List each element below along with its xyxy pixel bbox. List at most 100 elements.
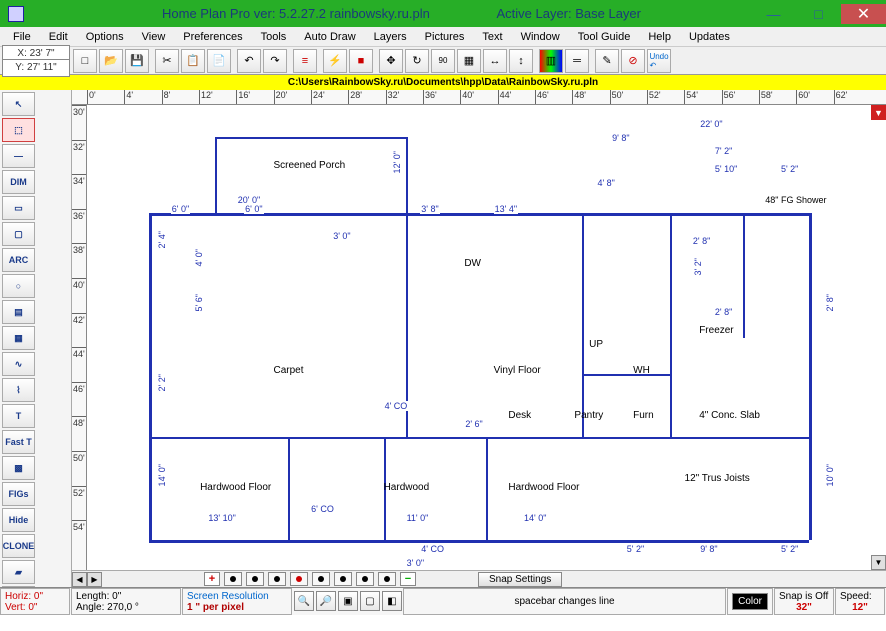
open-button[interactable]: 📂	[99, 49, 123, 73]
app-icon	[8, 6, 24, 22]
file-path-bar: C:\Users\RainbowSky.ru\Documents\hpp\Dat…	[0, 75, 886, 90]
paste-button[interactable]: 📄	[207, 49, 231, 73]
left-toolbox: ↖⬚—DIM▭▢ARC○▤▦∿⌇TFast T▩FIGsHideCLONE▰⤴▭…	[0, 90, 72, 587]
zoom-out-button[interactable]: 🔎	[316, 591, 336, 611]
zoom-in-button[interactable]: 🔍	[294, 591, 314, 611]
menu-item-file[interactable]: File	[4, 29, 40, 45]
tool-circle[interactable]: ○	[2, 274, 35, 298]
rotate-button[interactable]: ↻	[405, 49, 429, 73]
snap-bar: + − Snap Settings	[202, 572, 886, 587]
title-bar: Home Plan Pro ver: 5.2.27.2 rainbowsky.r…	[0, 0, 886, 27]
new-button[interactable]: □	[73, 49, 97, 73]
snap-plus[interactable]: +	[204, 572, 220, 586]
status-resolution-label: Screen Resolution	[187, 591, 287, 602]
disable-button[interactable]: ⊘	[621, 49, 645, 73]
drawing-canvas[interactable]: 20' 0" 6' 0" 6' 0" 3' 8" 13' 4" 9' 8" 22…	[87, 105, 871, 570]
tool-grid2[interactable]: ▦	[2, 326, 35, 350]
tool-figs[interactable]: FIGs	[2, 482, 35, 506]
status-length: Length: 0"	[76, 591, 176, 602]
tool-rect2[interactable]: ▢	[2, 222, 35, 246]
tool-arc[interactable]: ARC	[2, 248, 35, 272]
tool-poly2[interactable]: ⌇	[2, 378, 35, 402]
note-button[interactable]: ✎	[595, 49, 619, 73]
layers-button[interactable]: ≡	[293, 49, 317, 73]
undo-button[interactable]: ↶	[237, 49, 261, 73]
snap-dot-3[interactable]	[268, 572, 286, 586]
menu-item-layers[interactable]: Layers	[365, 29, 416, 45]
cut-button[interactable]: ✂	[155, 49, 179, 73]
grid-button[interactable]: ▦	[457, 49, 481, 73]
undo2-button[interactable]: Undo↶	[647, 49, 671, 73]
scroll-right: ▼ ▼	[871, 105, 886, 570]
redo-button[interactable]: ↷	[263, 49, 287, 73]
coord-y: Y: 27' 11"	[2, 59, 70, 77]
tool-rect[interactable]: ▭	[2, 196, 35, 220]
block-button[interactable]: ■	[349, 49, 373, 73]
snap-dot-6[interactable]	[334, 572, 352, 586]
flip-h-button[interactable]: ↔	[483, 49, 507, 73]
floor-plan: 20' 0" 6' 0" 6' 0" 3' 8" 13' 4" 9' 8" 22…	[112, 115, 846, 562]
tool-dim[interactable]: DIM	[2, 170, 35, 194]
snap-dot-1[interactable]	[224, 572, 242, 586]
tool-sel[interactable]: ⬚	[2, 118, 35, 142]
menu-item-tools[interactable]: Tools	[252, 29, 296, 45]
tool-curve[interactable]: ⤴	[2, 586, 35, 587]
zap-button[interactable]: ⚡	[323, 49, 347, 73]
snap-dot-4[interactable]	[290, 572, 308, 586]
menu-item-tool-guide[interactable]: Tool Guide	[569, 29, 640, 45]
window-title: Home Plan Pro ver: 5.2.27.2 rainbowsky.r…	[32, 6, 496, 21]
maximize-button[interactable]: □	[796, 4, 841, 24]
tool-clone[interactable]: CLONE	[2, 534, 35, 558]
minimize-button[interactable]: —	[751, 4, 796, 24]
menu-bar: FileEditOptionsViewPreferencesToolsAuto …	[0, 27, 886, 47]
menu-item-auto-draw[interactable]: Auto Draw	[295, 29, 364, 45]
menu-item-view[interactable]: View	[133, 29, 175, 45]
move-button[interactable]: ✥	[379, 49, 403, 73]
tool-poly[interactable]: ∿	[2, 352, 35, 376]
tool-fast[interactable]: Fast T	[2, 430, 35, 454]
tool-fill[interactable]: ▩	[2, 456, 35, 480]
save-button[interactable]: 💾	[125, 49, 149, 73]
tool-text[interactable]: T	[2, 404, 35, 428]
snap-dot-7[interactable]	[356, 572, 374, 586]
status-bar: Horiz: 0" Vert: 0" Length: 0" Angle: 270…	[0, 587, 886, 615]
menu-item-pictures[interactable]: Pictures	[416, 29, 474, 45]
menu-item-help[interactable]: Help	[639, 29, 680, 45]
ruler-vertical: 30'32'34'36'38'40'42'44'46'48'50'52'54'	[72, 105, 87, 570]
palette-button[interactable]: ▥	[539, 49, 563, 73]
zoom-fit-button[interactable]: ▣	[338, 591, 358, 611]
menu-item-preferences[interactable]: Preferences	[174, 29, 251, 45]
scroll-left[interactable]: ◀	[72, 572, 87, 587]
tool-hide[interactable]: Hide	[2, 508, 35, 532]
menu-item-options[interactable]: Options	[77, 29, 133, 45]
zoom-prev-button[interactable]: ◧	[382, 591, 402, 611]
tool-layers[interactable]: ▤	[2, 300, 35, 324]
lines-button[interactable]: ═	[565, 49, 589, 73]
menu-item-edit[interactable]: Edit	[40, 29, 77, 45]
scroll-right-btn[interactable]: ▶	[87, 572, 102, 587]
snap-minus[interactable]: −	[400, 572, 416, 586]
status-speed-val: 12"	[840, 602, 880, 613]
menu-item-updates[interactable]: Updates	[680, 29, 739, 45]
tool-arrow[interactable]: ↖	[2, 92, 35, 116]
snap-settings-button[interactable]: Snap Settings	[478, 572, 562, 587]
status-speed-label: Speed:	[840, 591, 880, 602]
zoom-window-button[interactable]: ▢	[360, 591, 380, 611]
rotate90-button[interactable]: 90	[431, 49, 455, 73]
copy-button[interactable]: 📋	[181, 49, 205, 73]
snap-dot-8[interactable]	[378, 572, 396, 586]
snap-dot-2[interactable]	[246, 572, 264, 586]
status-snap-size: 32"	[779, 602, 829, 613]
snap-dot-5[interactable]	[312, 572, 330, 586]
menu-item-text[interactable]: Text	[473, 29, 511, 45]
tool-line[interactable]: —	[2, 144, 35, 168]
close-button[interactable]: ✕	[841, 4, 886, 24]
scroll-up-arrow[interactable]: ▼	[871, 105, 886, 120]
menu-item-window[interactable]: Window	[512, 29, 569, 45]
tool-paint[interactable]: ▰	[2, 560, 35, 584]
flip-v-button[interactable]: ↕	[509, 49, 533, 73]
color-button[interactable]: Color	[732, 593, 768, 610]
active-layer-label: Active Layer: Base Layer	[496, 6, 641, 21]
ruler-horizontal: 0'4'8'12'16'20'24'28'32'36'40'44'46'48'5…	[72, 90, 886, 105]
scroll-down-arrow[interactable]: ▼	[871, 555, 886, 570]
